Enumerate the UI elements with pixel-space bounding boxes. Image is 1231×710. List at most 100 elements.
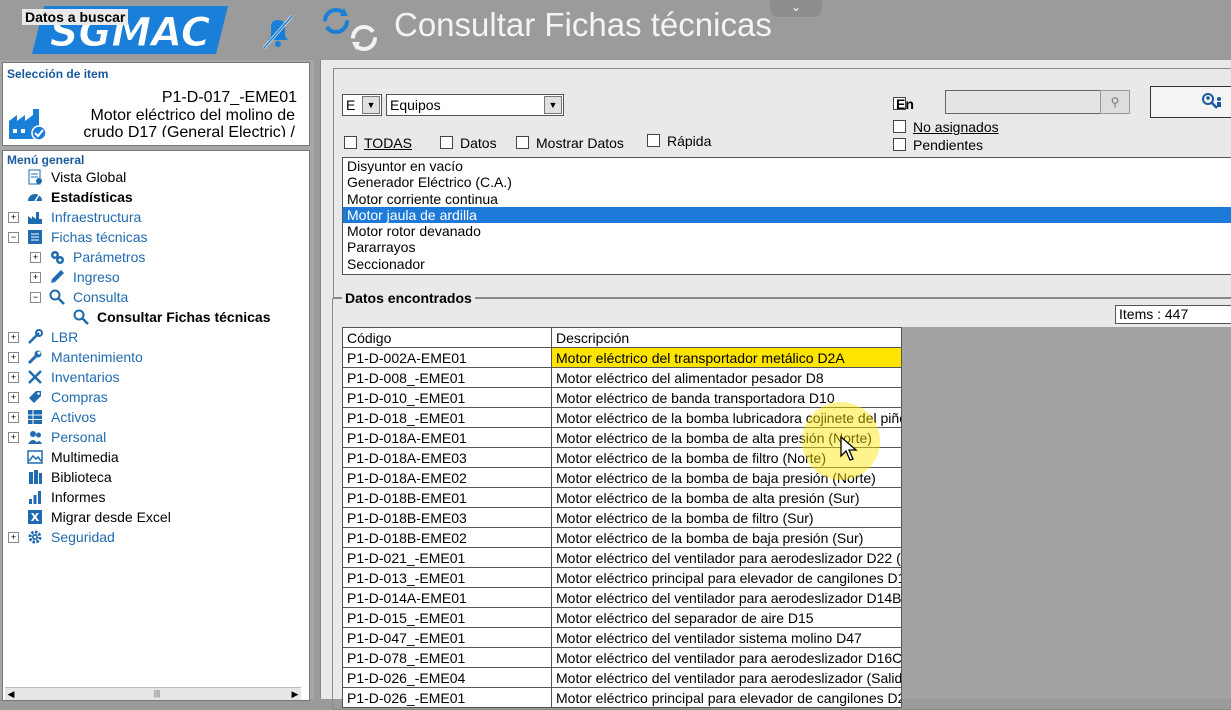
expand-plus-icon[interactable]: +: [30, 272, 41, 283]
menu-item-seguridad[interactable]: + Seguridad: [3, 527, 309, 547]
cell-descripcion: Motor eléctrico del alimentador pesador …: [551, 367, 902, 388]
table-row[interactable]: P1-D-014A-EME01 Motor eléctrico del venti…: [342, 587, 902, 608]
checkbox-no-asignados[interactable]: No asignados: [893, 120, 999, 134]
table-row[interactable]: P1-D-018B-EME02 Motor eléctrico de la bom…: [342, 527, 902, 548]
menu-horizontal-scrollbar[interactable]: ◀ ||| ▶: [5, 687, 301, 700]
checkbox-datos[interactable]: Datos: [440, 136, 497, 150]
dropdown-arrow-icon[interactable]: ▼: [362, 96, 380, 114]
expand-plus-icon[interactable]: +: [8, 432, 19, 443]
checkbox-rapida[interactable]: Rápida: [647, 134, 711, 148]
picker-icon: ⚲: [1110, 95, 1120, 109]
list-item[interactable]: Disyuntor en vacío: [343, 158, 1231, 174]
column-header-codigo[interactable]: Código: [342, 327, 552, 348]
menu-item-consultar-fichas-tecnicas[interactable]: Consultar Fichas técnicas: [3, 307, 309, 327]
checkbox-mostrar-datos[interactable]: Mostrar Datos: [516, 136, 624, 150]
tag-icon: [29, 391, 41, 403]
menu-item-parametros[interactable]: + Parámetros: [3, 247, 309, 267]
list-item-selected[interactable]: Motor jaula de ardilla: [343, 206, 1231, 224]
menu-item-label: Activos: [51, 409, 97, 425]
menu-item-label: Ingreso: [73, 269, 120, 285]
expand-plus-icon[interactable]: +: [8, 532, 19, 543]
table-row[interactable]: P1-D-015_-EME01 Motor eléctrico del separ…: [342, 607, 902, 628]
equipment-type-list[interactable]: Disyuntor en vacío Generador Eléctrico (…: [342, 157, 1231, 275]
list-item[interactable]: Motor corriente continua: [343, 191, 1231, 207]
menu-item-estadisticas[interactable]: Estadísticas: [3, 187, 309, 207]
menu-item-personal[interactable]: + Personal: [3, 427, 309, 447]
category-select-value: Equipos: [390, 97, 441, 113]
menu-item-inventarios[interactable]: + Inventarios: [3, 367, 309, 387]
checkbox-box[interactable]: [516, 136, 529, 149]
menu-item-activos[interactable]: + Activos: [3, 407, 309, 427]
table-row[interactable]: P1-D-018_-EME01 Motor eléctrico de la bom…: [342, 407, 902, 428]
expand-plus-icon[interactable]: +: [8, 392, 19, 403]
expand-plus-icon[interactable]: +: [8, 372, 19, 383]
table-row[interactable]: P1-D-021_-EME01 Motor eléctrico del venti…: [342, 547, 902, 568]
collapse-minus-icon[interactable]: −: [8, 232, 19, 243]
selection-header: Selección de item: [7, 67, 109, 81]
scroll-right-icon[interactable]: ▶: [289, 688, 301, 700]
scroll-left-icon[interactable]: ◀: [5, 688, 17, 700]
checkbox-box[interactable]: [440, 136, 453, 149]
table-row[interactable]: P1-D-047_-EME01 Motor eléctrico del venti…: [342, 627, 902, 648]
notifications-off-icon[interactable]: [258, 12, 298, 52]
table-row[interactable]: P1-D-018B-EME01 Motor eléctrico de la bom…: [342, 487, 902, 508]
menu-item-label: Consultar Fichas técnicas: [97, 309, 271, 325]
table-row[interactable]: P1-D-026_-EME04 Motor eléctrico del venti…: [342, 667, 902, 688]
table-row[interactable]: P1-D-018A-EME01 Motor eléctrico de la bom…: [342, 427, 902, 448]
list-item[interactable]: Motor rotor devanado: [343, 223, 1231, 239]
collapse-minus-icon[interactable]: −: [30, 292, 41, 303]
menu-item-mantenimiento[interactable]: + Mantenimiento: [3, 347, 309, 367]
menu-item-fichas-tecnicas[interactable]: − Fichas técnicas: [3, 227, 309, 247]
table-row[interactable]: P1-D-008_-EME01 Motor eléctrico del alime…: [342, 367, 902, 388]
list-item[interactable]: Seccionador: [343, 256, 1231, 272]
table-row[interactable]: P1-D-002A-EME01 Motor eléctrico del trans…: [342, 347, 902, 368]
menu-item-multimedia[interactable]: Multimedia: [3, 447, 309, 467]
category-select[interactable]: Equipos ▼: [386, 94, 564, 116]
menu-item-infraestructura[interactable]: + Infraestructura: [3, 207, 309, 227]
menu-item-ingreso[interactable]: + Ingreso: [3, 267, 309, 287]
expand-plus-icon[interactable]: +: [30, 252, 41, 263]
table-row[interactable]: P1-D-018B-EME03 Motor eléctrico de la bom…: [342, 507, 902, 528]
checkbox-label: Rápida: [667, 133, 712, 149]
table-row[interactable]: P1-D-018A-EME03 Motor eléctrico de la bom…: [342, 447, 902, 468]
menu-item-label: Informes: [51, 489, 106, 505]
menu-item-consulta[interactable]: − Consulta: [3, 287, 309, 307]
table-row[interactable]: P1-D-026_-EME01 Motor eléctrico principal…: [342, 687, 902, 708]
dropdown-arrow-icon[interactable]: ▼: [544, 96, 562, 114]
en-picker-button[interactable]: ⚲: [1100, 90, 1130, 114]
checkbox-box[interactable]: [647, 134, 660, 147]
type-select[interactable]: E ▼: [342, 94, 382, 116]
en-field[interactable]: [945, 90, 1101, 114]
menu-item-label: Biblioteca: [51, 469, 112, 485]
scroll-thumb[interactable]: |||: [145, 690, 169, 698]
column-header-descripcion[interactable]: Descripción: [551, 327, 902, 348]
checkbox-pendientes[interactable]: Pendientes: [893, 138, 983, 152]
table-row[interactable]: P1-D-078_-EME01 Motor eléctrico del venti…: [342, 647, 902, 668]
list-item[interactable]: Pararrayos: [343, 239, 1231, 255]
menu-item-vista-global[interactable]: Vista Global: [3, 167, 309, 187]
menu-item-compras[interactable]: + Compras: [3, 387, 309, 407]
checkbox-box[interactable]: [344, 136, 357, 149]
checkbox-box[interactable]: [893, 138, 906, 151]
expand-plus-icon[interactable]: +: [8, 212, 19, 223]
table-row[interactable]: P1-D-018A-EME02 Motor eléctrico de la bom…: [342, 467, 902, 488]
table-row[interactable]: P1-D-013_-EME01 Motor eléctrico principal…: [342, 567, 902, 588]
menu-item-informes[interactable]: Informes: [3, 487, 309, 507]
menu-item-migrar-excel[interactable]: X Migrar desde Excel: [3, 507, 309, 527]
table-row[interactable]: P1-D-010_-EME01 Motor eléctrico de banda …: [342, 387, 902, 408]
expand-plus-icon[interactable]: +: [8, 352, 19, 363]
expand-plus-icon[interactable]: +: [8, 332, 19, 343]
cell-descripcion: Motor eléctrico principal para elevador …: [551, 567, 902, 588]
results-table[interactable]: Código Descripción P1-D-002A-EME01 Motor …: [342, 327, 902, 708]
checkbox-box[interactable]: [893, 120, 906, 133]
search-button[interactable]: [1150, 86, 1231, 118]
expand-plus-icon[interactable]: +: [8, 412, 19, 423]
sync-icon[interactable]: [318, 4, 388, 54]
menu-item-biblioteca[interactable]: Biblioteca: [3, 467, 309, 487]
collapse-toggle[interactable]: ⌄: [770, 0, 822, 17]
menu-item-lbr[interactable]: + LBR: [3, 327, 309, 347]
items-count: Items : 447: [1115, 305, 1231, 324]
books-icon: [29, 470, 42, 484]
list-item[interactable]: Generador Eléctrico (C.A.): [343, 174, 1231, 190]
checkbox-todas[interactable]: TODAS: [344, 136, 412, 150]
